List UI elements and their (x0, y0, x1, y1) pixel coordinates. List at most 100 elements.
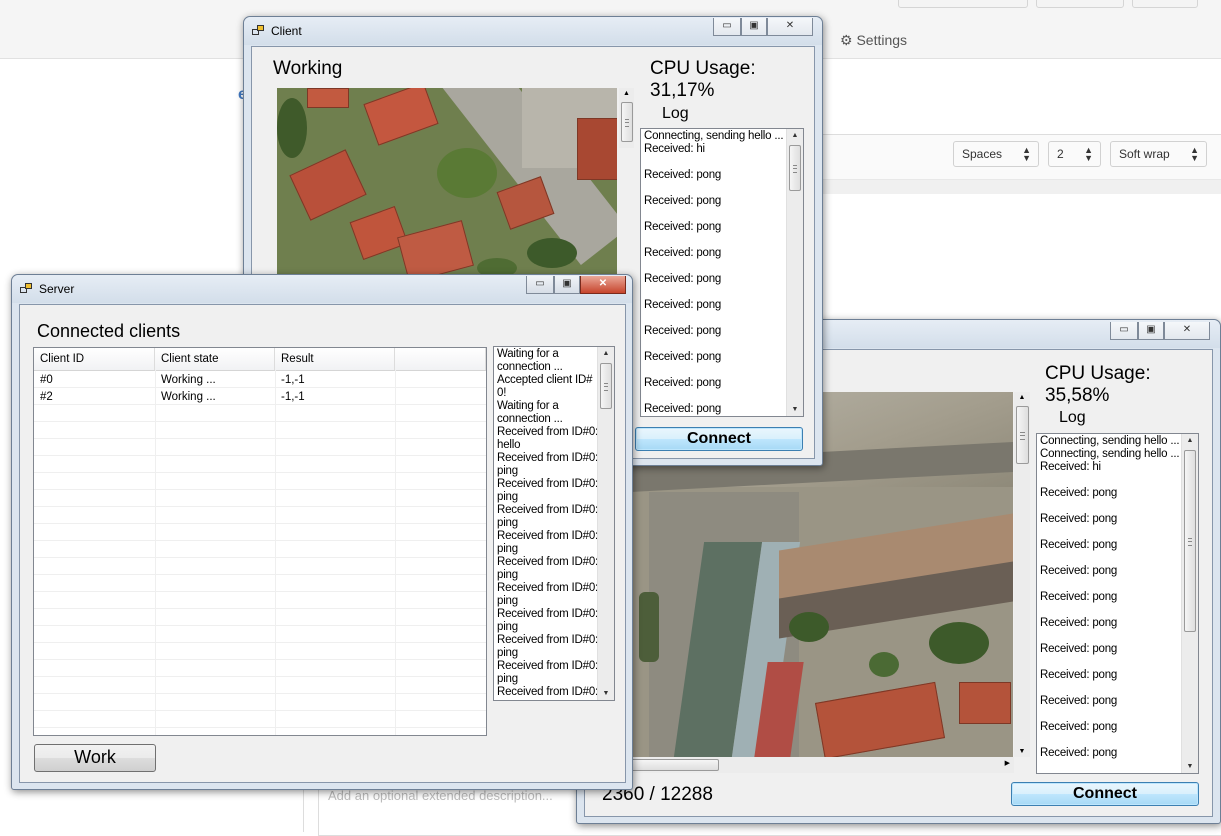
maximize-icon: ▣ (1146, 324, 1156, 335)
log-line: Received: hi (644, 143, 705, 155)
server-window: Server ▭ ▣ ✕ Connected clients Client ID… (11, 274, 633, 790)
background-header-button[interactable] (898, 0, 1028, 8)
column-header-client-id[interactable]: Client ID (34, 348, 155, 370)
close-button[interactable]: ✕ (580, 276, 626, 294)
log-scrollbar[interactable]: ▲ ▼ (597, 347, 614, 700)
scroll-up-icon[interactable]: ▲ (598, 350, 614, 357)
column-header-empty[interactable] (395, 348, 486, 370)
maximize-button[interactable]: ▣ (554, 276, 580, 294)
table-cell-result[interactable]: -1,-1 (275, 372, 305, 388)
log-line: ping (497, 569, 518, 581)
maximize-button[interactable]: ▣ (1138, 322, 1164, 340)
scroll-thumb[interactable] (1184, 450, 1196, 632)
table-row-divider (34, 472, 486, 473)
log-line: ping (497, 673, 518, 685)
scroll-up-icon[interactable]: ▲ (787, 132, 803, 139)
description-field[interactable]: Add an optional extended description... (328, 788, 553, 803)
background-header-button[interactable] (1132, 0, 1198, 8)
minimize-button[interactable]: ▭ (526, 276, 554, 294)
scroll-right-icon[interactable]: ▶ (1005, 759, 1010, 767)
map-vertical-scrollbar[interactable]: ▲ ▼ (1014, 392, 1030, 757)
log-scrollbar[interactable]: ▲ ▼ (786, 129, 803, 416)
client-log-list[interactable]: Connecting, sending hello ... Received: h… (640, 128, 804, 417)
scroll-thumb[interactable] (789, 145, 801, 191)
clients-table[interactable]: Client ID Client state Result #0 Working… (33, 347, 487, 736)
table-cell-client-state[interactable]: Working ... (155, 389, 216, 405)
table-cell-client-state[interactable]: Working ... (155, 372, 216, 388)
log-line: 0! (497, 387, 507, 399)
table-row-divider (34, 489, 486, 490)
client-window-1-titlebar[interactable]: Client ▭ ▣ ✕ (244, 17, 822, 45)
work-button[interactable]: Work (34, 744, 156, 772)
scroll-down-icon[interactable]: ▼ (787, 406, 803, 413)
table-cell-client-id[interactable]: #2 (34, 389, 53, 405)
log-line: ping (497, 491, 518, 503)
maximize-button[interactable]: ▣ (741, 18, 767, 36)
scroll-thumb[interactable] (631, 759, 719, 771)
wrap-mode-select[interactable]: Soft wrap ▲ ▼ (1110, 141, 1207, 167)
table-row-divider (34, 710, 486, 711)
log-line: Received from ID#0: (497, 686, 599, 698)
column-header-result[interactable]: Result (275, 348, 395, 370)
indent-size-select[interactable]: 2 ▲ ▼ (1048, 141, 1101, 167)
connect-button[interactable]: Connect (1011, 782, 1199, 806)
app-icon (20, 283, 32, 294)
minimize-icon: ▭ (722, 20, 732, 31)
table-column-divider (275, 370, 276, 735)
log-line: Received: pong (644, 195, 722, 207)
minimize-button[interactable]: ▭ (1110, 322, 1138, 340)
log-line: Received from ID#0: (497, 504, 599, 516)
log-line: Received: pong (644, 299, 722, 311)
table-cell-client-id[interactable]: #0 (34, 372, 53, 388)
close-button[interactable]: ✕ (1164, 322, 1210, 340)
client-log-list[interactable]: Connecting, sending hello ... Connecting,… (1036, 433, 1199, 774)
maximize-icon: ▣ (562, 278, 572, 289)
log-line: ping (497, 595, 518, 607)
settings-tab[interactable]: ⚙ Settings (840, 32, 907, 49)
log-line: ping (497, 465, 518, 477)
log-line: Received from ID#0: (497, 426, 599, 438)
log-line: Accepted client ID# (497, 374, 593, 386)
scroll-down-icon[interactable]: ▼ (1014, 748, 1030, 755)
minimize-button[interactable]: ▭ (713, 18, 741, 36)
log-line: Received from ID#0: (497, 608, 599, 620)
log-scrollbar[interactable]: ▲ ▼ (1181, 434, 1198, 773)
background-header-button[interactable] (1036, 0, 1124, 8)
scroll-thumb[interactable] (1016, 406, 1029, 464)
column-header-client-state[interactable]: Client state (155, 348, 275, 370)
scroll-down-icon[interactable]: ▼ (1182, 763, 1198, 770)
app-icon (252, 25, 264, 36)
log-line: Received: hi (1040, 461, 1101, 473)
server-log-list[interactable]: Waiting for a connection ... Accepted clie… (493, 346, 615, 701)
map-horizontal-scrollbar[interactable]: ▶ (629, 757, 1014, 773)
scroll-up-icon[interactable]: ▲ (1014, 394, 1030, 401)
log-line: Received from ID#0: (497, 556, 599, 568)
log-line: Received: pong (644, 403, 722, 415)
scroll-thumb[interactable] (600, 363, 612, 409)
scroll-up-icon[interactable]: ▲ (1182, 437, 1198, 444)
close-icon: ✕ (785, 20, 795, 31)
close-button[interactable]: ✕ (767, 18, 813, 36)
scroll-down-icon[interactable]: ▼ (598, 690, 614, 697)
scroll-up-icon[interactable]: ▲ (619, 90, 634, 97)
server-window-titlebar[interactable]: Server ▭ ▣ ✕ (12, 275, 632, 303)
map-vertical-scrollbar[interactable]: ▲ (619, 88, 634, 148)
scroll-thumb[interactable] (621, 102, 633, 142)
table-cell-result[interactable]: -1,-1 (275, 389, 305, 405)
log-line: Received: pong (644, 169, 722, 181)
connect-button[interactable]: Connect (635, 427, 803, 451)
log-line: Received from ID#0: (497, 530, 599, 542)
indent-mode-select[interactable]: Spaces ▲ ▼ (953, 141, 1039, 167)
